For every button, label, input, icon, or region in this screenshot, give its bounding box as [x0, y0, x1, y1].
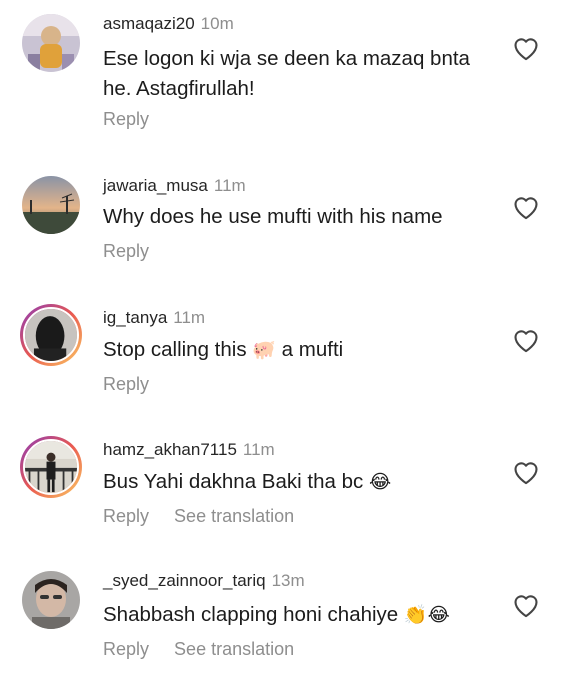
username[interactable]: jawaria_musa — [103, 176, 208, 195]
comment-text: Shabbash clapping honi chahiye 👏😂 — [103, 600, 493, 630]
comment-header: hamz_akhan7115 11m — [103, 440, 275, 460]
avatar — [23, 439, 79, 495]
username[interactable]: hamz_akhan7115 — [103, 440, 237, 459]
comment-text: Stop calling this 🐖 a mufti — [103, 335, 493, 365]
timestamp: 10m — [200, 14, 234, 33]
see-translation-button[interactable]: See translation — [174, 506, 294, 526]
username[interactable]: asmaqazi20 — [103, 14, 195, 33]
reply-button[interactable]: Reply — [103, 374, 149, 394]
comment-actions: Reply See translation — [103, 639, 314, 660]
comment-header: jawaria_musa 11m — [103, 176, 246, 196]
reply-button[interactable]: Reply — [103, 241, 149, 261]
heart-outline-icon[interactable] — [512, 35, 540, 61]
comment-header: asmaqazi20 10m — [103, 14, 234, 34]
clapping-laughing-emoji: 👏😂 — [403, 604, 450, 626]
avatar[interactable] — [22, 571, 80, 629]
reply-button[interactable]: Reply — [103, 506, 149, 526]
reply-button[interactable]: Reply — [103, 109, 149, 129]
avatar-image — [22, 14, 80, 72]
comment-text-after: a mufti — [281, 338, 344, 361]
comment-actions: Reply See translation — [103, 506, 314, 527]
comment-text: Bus Yahi dakhna Baki tha bc 😂 — [103, 467, 493, 497]
heart-outline-icon[interactable] — [512, 592, 540, 618]
comment-header: _syed_zainnoor_tariq 13m — [103, 571, 305, 591]
username[interactable]: ig_tanya — [103, 308, 167, 327]
pig-emoji: 🐖 — [252, 339, 276, 361]
timestamp: 11m — [213, 176, 246, 195]
avatar-image — [22, 176, 80, 234]
timestamp: 11m — [173, 308, 206, 327]
heart-outline-icon[interactable] — [512, 327, 540, 353]
avatar-image — [22, 571, 80, 629]
comment-text-body: Shabbash clapping honi chahiye — [103, 603, 399, 626]
avatar[interactable] — [22, 14, 80, 72]
avatar[interactable] — [22, 176, 80, 234]
comment-text-body: Bus Yahi dakhna Baki tha bc — [103, 470, 364, 493]
comment-actions: Reply — [103, 109, 169, 130]
laughing-emoji: 😂 — [368, 471, 392, 493]
comment-text: Ese logon ki wja se deen ka mazaq bnta h… — [103, 47, 470, 100]
timestamp: 13m — [271, 571, 305, 590]
heart-outline-icon[interactable] — [512, 194, 540, 220]
avatar-image — [25, 441, 77, 493]
avatar-story-ring[interactable] — [20, 436, 82, 498]
heart-outline-icon[interactable] — [512, 459, 540, 485]
timestamp: 11m — [242, 440, 275, 459]
comment-text: Why does he use mufti with his name — [103, 205, 443, 228]
avatar — [23, 307, 79, 363]
avatar-image — [25, 309, 77, 361]
comment-actions: Reply — [103, 374, 169, 395]
comment-header: ig_tanya 11m — [103, 308, 205, 328]
comment-text-before: Stop calling this — [103, 338, 247, 361]
reply-button[interactable]: Reply — [103, 639, 149, 659]
username[interactable]: _syed_zainnoor_tariq — [103, 571, 266, 590]
avatar-story-ring[interactable] — [20, 304, 82, 366]
comment-actions: Reply — [103, 241, 169, 262]
see-translation-button[interactable]: See translation — [174, 639, 294, 659]
